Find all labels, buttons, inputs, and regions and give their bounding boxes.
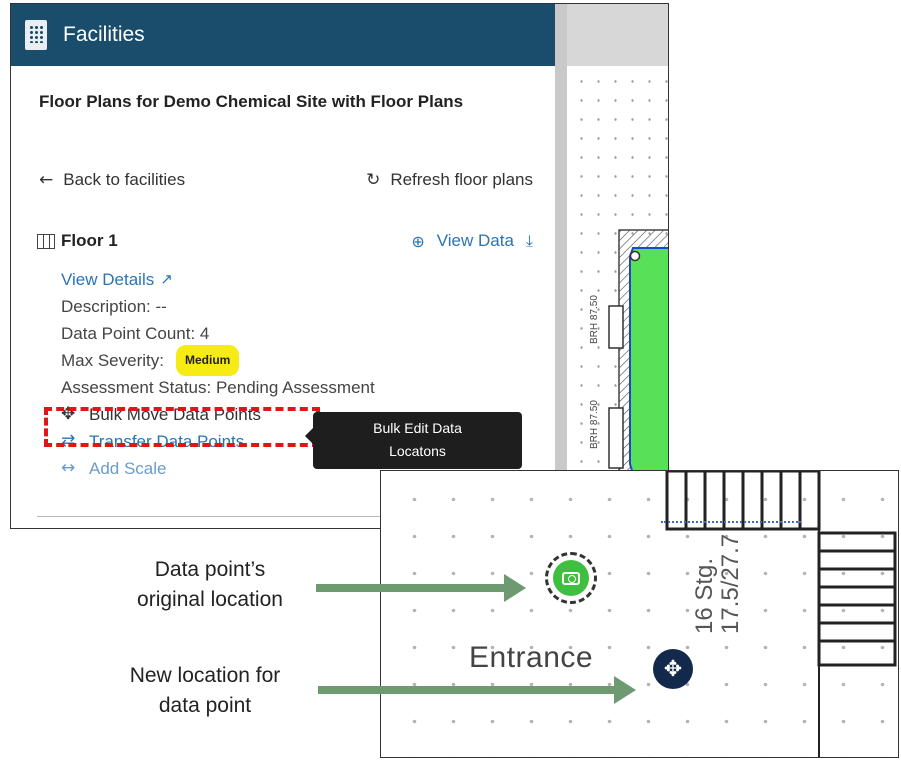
floor-header: Floor 1 ⊕ View Data ⤓	[37, 231, 533, 251]
tooltip-line-2: Locatons	[389, 443, 446, 459]
original-data-point-marker[interactable]	[545, 552, 597, 604]
back-to-facilities-link[interactable]: ← Back to facilities	[39, 170, 185, 190]
zoomed-map-screenshot: Entrance 16 Stg. 17.5/27.7 ✥	[380, 470, 899, 758]
zoom-floor-drawing	[665, 471, 897, 757]
building-icon	[25, 20, 47, 50]
search-plus-icon: ⊕	[411, 231, 425, 251]
figure: Facilities Floor Plans for Demo Chemical…	[0, 0, 901, 760]
new-location-callout: New location for data point	[100, 661, 310, 721]
panel-resize-handle[interactable]	[555, 4, 567, 528]
max-severity: Max Severity: Medium	[61, 345, 375, 376]
marker-fill	[553, 560, 589, 596]
download-icon[interactable]: ⤓	[526, 231, 533, 251]
panel-title: Facilities	[63, 23, 145, 46]
description-text: Description: --	[61, 297, 167, 316]
panel-header: Facilities	[11, 4, 555, 66]
stairs-label-line-2: 17.5/27.7	[717, 533, 744, 634]
arrow-left-icon: ←	[39, 170, 54, 190]
back-label: Back to facilities	[63, 170, 186, 189]
arrows-horizontal-icon: ↔	[61, 458, 76, 478]
view-data-link[interactable]: ⊕ View Data ⤓	[411, 231, 533, 251]
camera-icon	[562, 571, 580, 585]
nav-row: ← Back to facilities ↻ Refresh floor pla…	[39, 170, 533, 190]
refresh-icon: ↻	[366, 170, 381, 190]
callout-new-line-1: New location for	[129, 664, 281, 687]
entrance-label: Entrance	[469, 641, 594, 674]
stairs-label: 16 Stg. 17.5/27.7	[691, 533, 744, 634]
original-location-callout: Data point’s original location	[110, 555, 310, 615]
callout-new-line-2: data point	[158, 694, 252, 717]
svg-text:BRH 87.50: BRH 87.50	[589, 400, 600, 449]
callout-original-line-1: Data point’s	[154, 558, 266, 581]
view-details-link[interactable]: View Details ↗	[61, 266, 375, 293]
view-details-label: View Details	[61, 270, 155, 289]
refresh-label: Refresh floor plans	[390, 170, 533, 189]
map-icon	[37, 233, 55, 249]
svg-text:BRH 87.50: BRH 87.50	[589, 295, 600, 344]
add-scale-label: Add Scale	[89, 459, 167, 478]
floor-name: Floor 1	[37, 231, 118, 251]
room-boundary	[661, 521, 801, 523]
max-severity-label: Max Severity:	[61, 351, 164, 370]
tooltip-line-1: Bulk Edit Data	[373, 420, 462, 436]
view-data-label: View Data	[436, 231, 514, 250]
floor-plan-drawing: BRH 87.50 BRH 87.50	[589, 229, 668, 486]
refresh-floor-plans-link[interactable]: ↻ Refresh floor plans	[366, 170, 533, 190]
new-location-arrow	[318, 676, 636, 704]
app-screenshot: Facilities Floor Plans for Demo Chemical…	[10, 3, 669, 529]
data-point-count: Data Point Count: 4	[61, 324, 210, 343]
bulk-move-highlight	[44, 407, 320, 447]
page-title: Floor Plans for Demo Chemical Site with …	[39, 92, 464, 111]
tooltip: Bulk Edit Data Locatons	[305, 412, 522, 469]
floor-label: Floor 1	[61, 231, 118, 250]
floor-plan-map[interactable]: BRH 87.50 BRH 87.50	[567, 4, 668, 528]
external-link-icon: ↗	[160, 270, 173, 288]
facilities-panel: Facilities Floor Plans for Demo Chemical…	[11, 4, 555, 527]
new-location-marker[interactable]: ✥	[653, 649, 693, 689]
assessment-status: Assessment Status: Pending Assessment	[61, 378, 375, 397]
arrows-move-icon: ✥	[663, 656, 683, 682]
stairs-label-line-1: 16 Stg.	[691, 557, 718, 634]
severity-badge: Medium	[175, 345, 240, 376]
callout-original-line-2: original location	[137, 588, 283, 611]
original-location-arrow	[316, 574, 526, 602]
